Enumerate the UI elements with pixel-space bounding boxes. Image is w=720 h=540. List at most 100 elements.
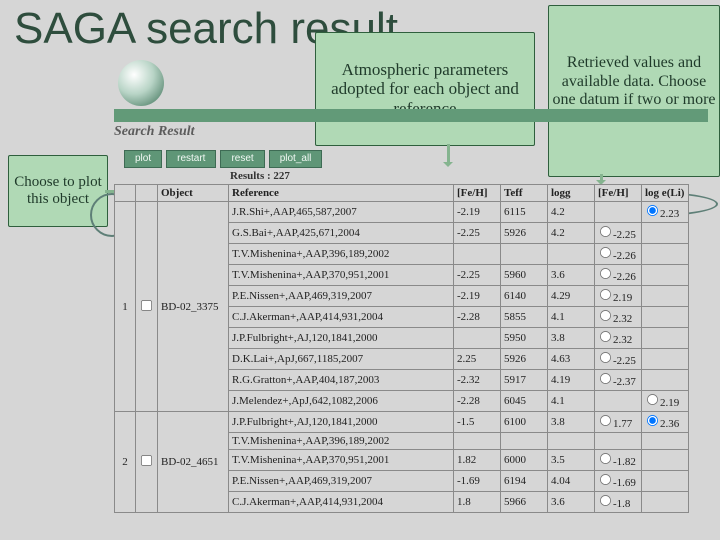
value-radio[interactable]: [600, 247, 611, 258]
plot-checkbox[interactable]: [141, 455, 152, 466]
param-cell: 6140: [501, 286, 548, 307]
reference-cell: P.E.Nissen+,AAP,469,319,2007: [229, 286, 454, 307]
value-radio[interactable]: [600, 453, 611, 464]
param-cell: [454, 433, 501, 450]
param-cell: [548, 433, 595, 450]
reference-cell: C.J.Akerman+,AAP,414,931,2004: [229, 307, 454, 328]
plot-button[interactable]: plot: [124, 150, 162, 168]
param-cell: -2.28: [454, 307, 501, 328]
reference-cell: J.Melendez+,ApJ,642,1082,2006: [229, 391, 454, 412]
param-cell: 5960: [501, 265, 548, 286]
value-radio[interactable]: [600, 415, 611, 426]
value-cell: -2.37: [595, 370, 642, 391]
param-cell: [501, 244, 548, 265]
value-radio[interactable]: [600, 373, 611, 384]
reference-cell: T.V.Mishenina+,AAP,396,189,2002: [229, 244, 454, 265]
table-header: logg: [548, 185, 595, 202]
reference-cell: J.P.Fulbright+,AJ,120,1841,2000: [229, 328, 454, 349]
value-cell: -2.26: [595, 244, 642, 265]
value-cell: -1.8: [595, 492, 642, 513]
value-cell: 2.19: [595, 286, 642, 307]
table-header: Reference: [229, 185, 454, 202]
value-cell: [642, 244, 689, 265]
param-cell: 5926: [501, 349, 548, 370]
value-cell: [642, 370, 689, 391]
plot-checkbox[interactable]: [141, 299, 152, 310]
value-radio[interactable]: [600, 331, 611, 342]
reference-cell: T.V.Mishenina+,AAP,370,951,2001: [229, 450, 454, 471]
value-cell: [642, 349, 689, 370]
param-cell: 5926: [501, 223, 548, 244]
section-label: Search Result: [114, 124, 195, 140]
reference-cell: J.P.Fulbright+,AJ,120,1841,2000: [229, 412, 454, 433]
param-cell: -2.19: [454, 202, 501, 223]
param-cell: 6045: [501, 391, 548, 412]
param-cell: 2.25: [454, 349, 501, 370]
callout-params: Atmospheric parameters adopted for each …: [315, 32, 535, 146]
table-header: [Fe/H]: [454, 185, 501, 202]
param-cell: 3.6: [548, 492, 595, 513]
button-bar: plot restart reset plot_all: [124, 150, 322, 168]
param-cell: -2.28: [454, 391, 501, 412]
param-cell: 3.6: [548, 265, 595, 286]
restart-button[interactable]: restart: [166, 150, 216, 168]
param-cell: 3.8: [548, 328, 595, 349]
value-cell: [642, 223, 689, 244]
param-cell: 6000: [501, 450, 548, 471]
reference-cell: D.K.Lai+,ApJ,667,1185,2007: [229, 349, 454, 370]
arrow-icon: [600, 174, 603, 182]
value-cell: -1.69: [595, 471, 642, 492]
reference-cell: C.J.Akerman+,AAP,414,931,2004: [229, 492, 454, 513]
value-radio[interactable]: [600, 226, 611, 237]
value-cell: -2.26: [595, 265, 642, 286]
value-radio[interactable]: [600, 352, 611, 363]
value-cell: 2.32: [595, 328, 642, 349]
value-cell: -2.25: [595, 223, 642, 244]
value-radio[interactable]: [600, 289, 611, 300]
param-cell: 4.29: [548, 286, 595, 307]
table-header: log e(Li): [642, 185, 689, 202]
value-cell: [642, 265, 689, 286]
value-radio[interactable]: [600, 495, 611, 506]
plot-cell: [136, 412, 158, 513]
table-header: [Fe/H]: [595, 185, 642, 202]
value-radio[interactable]: [600, 268, 611, 279]
param-cell: [501, 433, 548, 450]
param-cell: [548, 244, 595, 265]
param-cell: 4.1: [548, 391, 595, 412]
value-cell: [642, 307, 689, 328]
param-cell: 6194: [501, 471, 548, 492]
object-name: BD-02_4651: [158, 412, 229, 513]
reference-cell: T.V.Mishenina+,AAP,396,189,2002: [229, 433, 454, 450]
value-cell: [642, 328, 689, 349]
reference-cell: T.V.Mishenina+,AAP,370,951,2001: [229, 265, 454, 286]
param-cell: 4.2: [548, 223, 595, 244]
value-radio[interactable]: [647, 415, 658, 426]
panel-header-bar: [114, 109, 708, 122]
param-cell: -2.25: [454, 265, 501, 286]
param-cell: 1.8: [454, 492, 501, 513]
plot-all-button[interactable]: plot_all: [269, 150, 323, 168]
param-cell: 3.8: [548, 412, 595, 433]
callout-values: Retrieved values and available data. Cho…: [548, 5, 720, 177]
value-radio[interactable]: [600, 310, 611, 321]
reset-button[interactable]: reset: [220, 150, 264, 168]
value-radio[interactable]: [600, 474, 611, 485]
value-radio[interactable]: [647, 205, 658, 216]
param-cell: 3.5: [548, 450, 595, 471]
value-cell: 2.19: [642, 391, 689, 412]
value-radio[interactable]: [647, 394, 658, 405]
param-cell: 4.19: [548, 370, 595, 391]
param-cell: 4.2: [548, 202, 595, 223]
object-name: BD-02_3375: [158, 202, 229, 412]
param-cell: 5950: [501, 328, 548, 349]
table-header: [136, 185, 158, 202]
value-cell: [642, 492, 689, 513]
plot-cell: [136, 202, 158, 412]
reference-cell: P.E.Nissen+,AAP,469,319,2007: [229, 471, 454, 492]
reference-cell: J.R.Shi+,AAP,465,587,2007: [229, 202, 454, 223]
param-cell: 5917: [501, 370, 548, 391]
value-cell: [642, 450, 689, 471]
param-cell: 4.04: [548, 471, 595, 492]
value-cell: [595, 391, 642, 412]
